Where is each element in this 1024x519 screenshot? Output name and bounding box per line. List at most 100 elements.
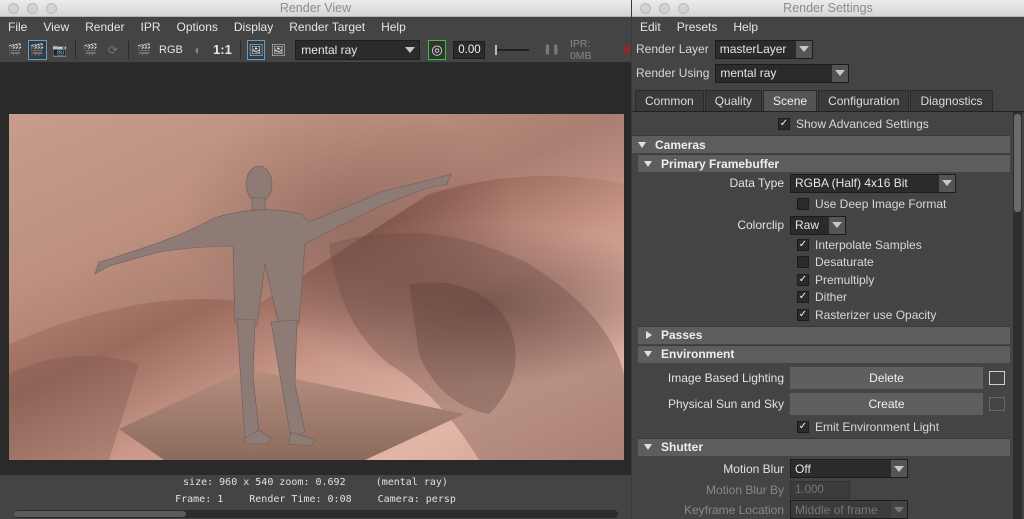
menu-render-target[interactable]: Render Target bbox=[289, 20, 365, 34]
show-advanced-checkbox[interactable]: ✓ bbox=[778, 118, 790, 130]
menu-ipr[interactable]: IPR bbox=[141, 20, 161, 34]
menu-options[interactable]: Options bbox=[177, 20, 218, 34]
cameras-section-header[interactable]: Cameras bbox=[632, 135, 1010, 153]
tab-scene[interactable]: Scene bbox=[763, 90, 818, 111]
render-layer-label: Render Layer bbox=[636, 42, 709, 56]
rgb-channels-button[interactable]: RGB bbox=[157, 44, 185, 56]
show-advanced-label: Show Advanced Settings bbox=[796, 117, 929, 131]
menu-presets[interactable]: Presets bbox=[677, 20, 718, 34]
menu-edit[interactable]: Edit bbox=[640, 20, 661, 34]
vertical-scrollbar[interactable] bbox=[1013, 112, 1022, 519]
rendered-image bbox=[9, 114, 624, 460]
image-info: size: 960 x 540 zoom: 0.692 (mental ray) bbox=[0, 477, 631, 488]
desaturate-checkbox[interactable] bbox=[797, 256, 809, 269]
collapse-triangle-icon bbox=[638, 141, 646, 148]
chevron-down-icon bbox=[795, 40, 812, 58]
rendered-scene bbox=[9, 114, 624, 460]
menu-help[interactable]: Help bbox=[381, 20, 406, 34]
render-layer-row: Render Layer masterLayer bbox=[632, 37, 1024, 61]
premultiply-row: ✓ Premultiply bbox=[632, 271, 1010, 289]
stop-icon[interactable] bbox=[622, 45, 631, 54]
dither-checkbox[interactable]: ✓ bbox=[797, 291, 809, 304]
colorclip-row: Colorclip Raw bbox=[632, 214, 1010, 236]
framebuffer-checkboxes: ✓ Interpolate Samples Desaturate ✓ Premu… bbox=[632, 236, 1010, 324]
colorclip-label: Colorclip bbox=[737, 218, 784, 232]
scene-settings-panel: ✓ Show Advanced Settings Cameras Primary… bbox=[632, 112, 1010, 519]
tab-quality[interactable]: Quality bbox=[704, 90, 763, 111]
real-size-button[interactable]: 1:1 bbox=[211, 42, 234, 57]
horizontal-scrollbar[interactable] bbox=[14, 510, 618, 518]
menu-file[interactable]: File bbox=[8, 20, 27, 34]
shutter-section-header[interactable]: Shutter bbox=[638, 437, 1010, 456]
colorclip-dropdown[interactable]: Raw bbox=[790, 215, 846, 235]
keyframe-location-dropdown[interactable]: Middle of frame bbox=[790, 500, 908, 519]
emit-env-light-checkbox[interactable]: ✓ bbox=[797, 420, 809, 433]
alpha-icon[interactable]: ◐ bbox=[189, 40, 207, 60]
toolbar-divider bbox=[127, 40, 129, 59]
environment-section-header[interactable]: Environment bbox=[638, 344, 1010, 363]
tab-diagnostics[interactable]: Diagnostics bbox=[910, 90, 993, 111]
render-settings-menubar: Edit Presets Help bbox=[632, 17, 1024, 37]
exposure-slider[interactable] bbox=[494, 44, 530, 55]
primary-framebuffer-header[interactable]: Primary Framebuffer bbox=[638, 154, 1010, 172]
rasterizer-opacity-checkbox[interactable]: ✓ bbox=[797, 308, 809, 321]
menu-display[interactable]: Display bbox=[234, 20, 273, 34]
chevron-down-icon bbox=[829, 216, 845, 234]
render-layer-dropdown[interactable]: masterLayer bbox=[714, 39, 813, 59]
render-view-toolbar: 🎬 🎬 📷 🎬 ⟳ 🎬 RGB ◐ 1:1 🖼 🖼 mental ray ◎ 0… bbox=[0, 37, 631, 63]
data-type-dropdown[interactable]: RGBA (Half) 4x16 Bit bbox=[790, 173, 956, 193]
tab-common[interactable]: Common bbox=[635, 90, 704, 111]
keep-image-icon[interactable]: 🖼 bbox=[246, 39, 266, 60]
passes-section-header[interactable]: Passes bbox=[638, 325, 1010, 344]
render-settings-icon[interactable]: 🎬 bbox=[135, 40, 153, 60]
menu-view[interactable]: View bbox=[43, 20, 69, 34]
snapshot-camera-icon[interactable]: ◎ bbox=[427, 39, 447, 60]
render-view-menubar: File View Render IPR Options Display Ren… bbox=[0, 17, 631, 37]
use-deep-checkbox[interactable] bbox=[797, 198, 809, 210]
toolbar-divider bbox=[74, 40, 76, 59]
keyframe-location-value: Middle of frame bbox=[795, 502, 878, 517]
menu-render[interactable]: Render bbox=[85, 20, 124, 34]
motion-blur-dropdown[interactable]: Off bbox=[790, 459, 908, 478]
render-frame-icon[interactable]: 🎬 bbox=[6, 40, 24, 60]
ipr-memory-label: IPR: 0MB bbox=[569, 37, 592, 62]
expand-triangle-icon bbox=[646, 331, 652, 339]
refresh-ipr-icon[interactable]: ⟳ bbox=[104, 40, 122, 60]
ibl-delete-button[interactable]: Delete bbox=[790, 366, 983, 389]
desaturate-row: Desaturate bbox=[632, 254, 1010, 272]
sun-sky-navigate-icon[interactable] bbox=[989, 396, 1005, 411]
render-viewport[interactable] bbox=[0, 63, 631, 475]
passes-section-title: Passes bbox=[661, 328, 703, 342]
snapshot-icon[interactable]: 📷 bbox=[51, 40, 69, 60]
ibl-navigate-icon[interactable] bbox=[989, 370, 1005, 385]
sun-sky-create-button[interactable]: Create bbox=[790, 392, 983, 415]
collapse-triangle-icon bbox=[644, 351, 652, 357]
ipr-render-icon[interactable]: 🎬 bbox=[82, 40, 100, 60]
scrollbar-thumb[interactable] bbox=[14, 511, 186, 517]
sun-sky-row: Physical Sun and Sky Create bbox=[632, 391, 1010, 417]
premultiply-checkbox[interactable]: ✓ bbox=[797, 273, 809, 286]
interpolate-samples-checkbox[interactable]: ✓ bbox=[797, 238, 809, 251]
render-time: Render Time: 0:08 bbox=[249, 494, 352, 505]
render-settings-titlebar[interactable]: Render Settings bbox=[632, 0, 1024, 17]
chevron-down-icon bbox=[891, 501, 907, 518]
data-type-row: Data Type RGBA (Half) 4x16 Bit bbox=[632, 172, 1010, 194]
motion-blur-label: Motion Blur bbox=[723, 461, 784, 476]
render-using-dropdown[interactable]: mental ray bbox=[715, 63, 850, 83]
rasterizer-opacity-label: Rasterizer use Opacity bbox=[815, 307, 937, 322]
show-advanced-row: ✓ Show Advanced Settings bbox=[632, 114, 1010, 134]
interpolate-samples-label: Interpolate Samples bbox=[815, 237, 922, 252]
renderer-dropdown[interactable]: mental ray bbox=[295, 39, 420, 60]
tab-configuration[interactable]: Configuration bbox=[818, 90, 910, 111]
exposure-field[interactable]: 0.00 bbox=[453, 40, 485, 59]
primary-framebuffer-title: Primary Framebuffer bbox=[661, 156, 780, 171]
menu-help[interactable]: Help bbox=[733, 20, 758, 34]
pause-icon[interactable]: ❚❚ bbox=[543, 44, 560, 55]
motion-blur-by-field[interactable]: 1.000 bbox=[790, 480, 850, 499]
renderer-tag: (mental ray) bbox=[375, 477, 448, 488]
collapse-triangle-icon bbox=[644, 444, 652, 450]
render-view-titlebar[interactable]: Render View bbox=[0, 0, 631, 17]
scrollbar-thumb[interactable] bbox=[1014, 114, 1021, 212]
remove-image-icon[interactable]: 🖼 bbox=[269, 40, 287, 60]
render-region-icon[interactable]: 🎬 bbox=[28, 39, 47, 60]
